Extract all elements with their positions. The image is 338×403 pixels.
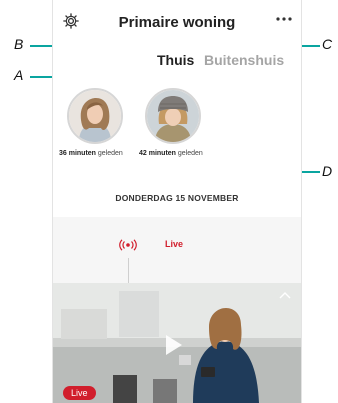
play-icon[interactable] xyxy=(161,333,185,357)
person-avatar[interactable] xyxy=(145,88,201,144)
last-seen-minutes: 36 minuten xyxy=(59,150,96,157)
chevron-up-icon[interactable] xyxy=(279,291,291,299)
person-photo-1 xyxy=(69,90,121,142)
live-label: Live xyxy=(165,239,184,249)
annotation-label-c: C xyxy=(322,36,333,52)
tab-thuis[interactable]: Thuis xyxy=(157,52,194,68)
mode-tabs: Thuis Buitenshuis xyxy=(53,52,301,74)
tab-buitenshuis[interactable]: Buitenshuis xyxy=(204,52,284,68)
last-seen-label: 36 minuten geleden xyxy=(59,150,123,157)
person-avatar[interactable] xyxy=(67,88,123,144)
last-seen-suffix: geleden xyxy=(95,150,123,157)
more-icon[interactable] xyxy=(275,14,293,24)
timeline-live-row[interactable]: Live xyxy=(53,217,301,283)
annotation-label-d: D xyxy=(322,163,333,179)
annotation-label-b: B xyxy=(14,36,24,52)
last-seen-suffix: geleden xyxy=(175,150,203,157)
live-badge: Live xyxy=(63,386,96,400)
app-header: Primaire woning xyxy=(53,0,301,44)
phone-screen: Primaire woning Thuis Buitenshuis 36 min… xyxy=(52,0,302,403)
timeline-divider xyxy=(128,258,129,283)
last-seen-label: 42 minuten geleden xyxy=(139,150,203,157)
last-seen-minutes: 42 minuten xyxy=(139,150,176,157)
annotation-label-a: A xyxy=(14,67,24,83)
timeline-date: DONDERDAG 15 NOVEMBER xyxy=(115,193,239,203)
live-signal-icon xyxy=(119,239,137,251)
person-photo-2 xyxy=(147,90,199,142)
page-title: Primaire woning xyxy=(118,14,236,31)
live-video-player[interactable]: Live xyxy=(53,283,301,403)
